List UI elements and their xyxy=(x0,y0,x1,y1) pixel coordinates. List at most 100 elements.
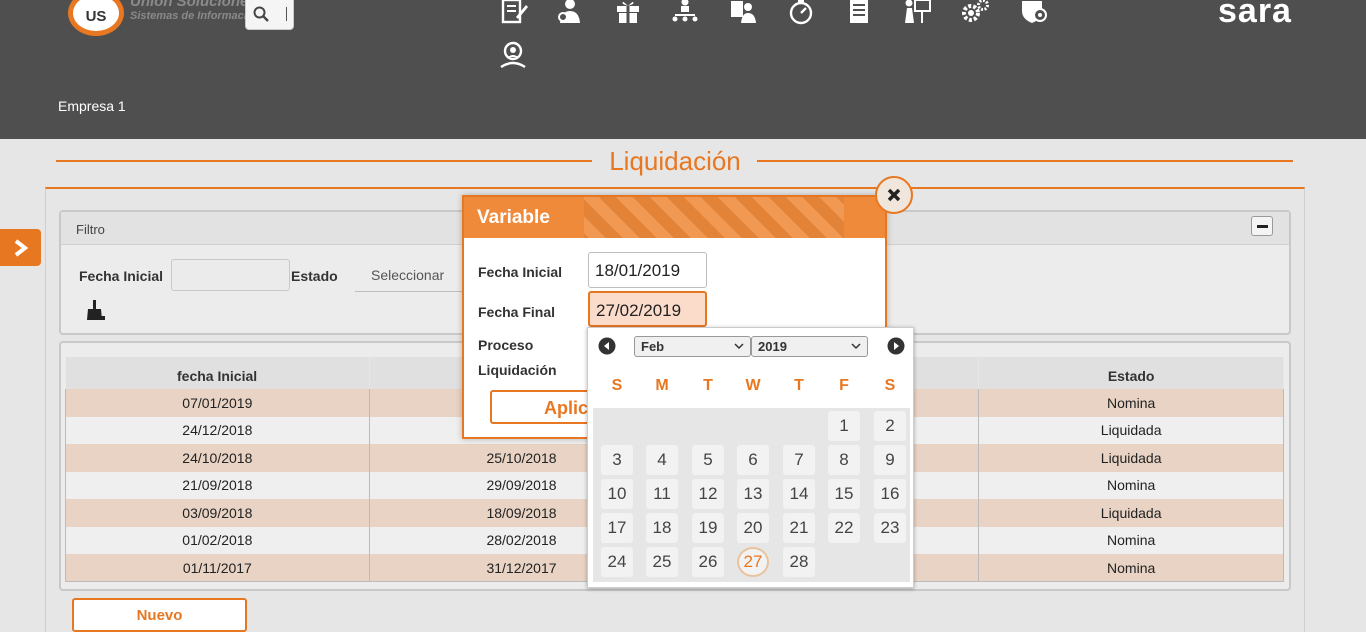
calendar-day[interactable]: 19 xyxy=(692,513,724,543)
calendar-day[interactable]: 13 xyxy=(737,479,769,509)
cell-estado: Nomina xyxy=(978,471,1284,499)
calendar-day[interactable]: 26 xyxy=(692,547,724,577)
calendar-day[interactable]: 20 xyxy=(737,513,769,543)
document-edit-icon[interactable] xyxy=(495,0,531,28)
calendar-day[interactable]: 8 xyxy=(828,445,860,475)
location-shield-icon[interactable] xyxy=(1015,0,1051,28)
calendar-day[interactable]: 17 xyxy=(601,513,633,543)
close-icon xyxy=(887,188,901,202)
dialog-header: Variable xyxy=(464,197,885,238)
calendar-day[interactable]: 14 xyxy=(783,479,815,509)
cell-fecha-inicial: 01/02/2018 xyxy=(65,526,370,554)
proceso-label: Proceso xyxy=(478,337,534,353)
logo-mark: US xyxy=(68,0,124,36)
calendar-day[interactable]: 9 xyxy=(874,445,906,475)
filter-title: Filtro xyxy=(76,222,105,237)
month-select[interactable]: Feb xyxy=(634,336,751,357)
logo-line-2: Sistemas de Información xyxy=(130,10,248,22)
top-header: US Union Soluciones Sistemas de Informac… xyxy=(0,0,1366,139)
dialog-fecha-final-input[interactable]: 27/02/2019 xyxy=(588,291,707,327)
estado-label: Estado xyxy=(291,268,338,284)
calendar-day-selected[interactable]: 27 xyxy=(737,547,769,577)
fecha-inicial-input[interactable] xyxy=(171,259,290,291)
cell-estado: Liquidada xyxy=(978,499,1284,527)
cell-estado: Liquidada xyxy=(978,444,1284,472)
calendar-day[interactable]: 7 xyxy=(783,445,815,475)
chevron-right-icon xyxy=(14,238,28,257)
user-document-icon[interactable] xyxy=(725,0,761,28)
user-process-icon[interactable] xyxy=(552,0,588,28)
column-header-fecha-inicial[interactable]: fecha Inicial xyxy=(65,357,370,389)
calendar-day[interactable]: 22 xyxy=(828,513,860,543)
weekday-header: T xyxy=(703,377,713,394)
collapse-button[interactable] xyxy=(1251,216,1273,236)
calendar-day[interactable]: 11 xyxy=(646,479,678,509)
calendar-day[interactable]: 3 xyxy=(601,445,633,475)
dialog-fecha-final-label: Fecha Final xyxy=(478,304,556,320)
column-header-estado[interactable]: Estado xyxy=(978,357,1284,389)
dialog-fecha-inicial-input[interactable]: 18/01/2019 xyxy=(588,252,707,288)
calendar-day[interactable]: 1 xyxy=(828,411,860,441)
chevron-down-icon xyxy=(734,343,744,350)
dialog-fecha-inicial-label: Fecha Inicial xyxy=(478,264,563,280)
calendar-day[interactable]: 21 xyxy=(783,513,815,543)
estado-select[interactable]: Seleccionar xyxy=(355,259,465,292)
next-month-button[interactable] xyxy=(887,337,905,355)
year-value: 2019 xyxy=(758,339,787,354)
weekday-header: S xyxy=(611,377,623,394)
sidebar-toggle-button[interactable] xyxy=(0,229,41,266)
weekday-header: T xyxy=(794,377,804,394)
calendar-day[interactable]: 25 xyxy=(646,547,678,577)
clear-filter-icon[interactable] xyxy=(85,299,107,321)
prev-month-button[interactable] xyxy=(598,337,616,355)
arrow-left-icon xyxy=(598,337,616,355)
calendar-day[interactable]: 12 xyxy=(692,479,724,509)
title-rule-left xyxy=(56,160,592,162)
cell-fecha-inicial: 03/09/2018 xyxy=(65,499,370,527)
company-name: Empresa 1 xyxy=(58,98,126,114)
cell-fecha-inicial: 24/12/2018 xyxy=(65,416,370,444)
cell-fecha-inicial: 24/10/2018 xyxy=(65,444,370,472)
gears-icon[interactable] xyxy=(957,0,993,28)
calendar-day[interactable]: 15 xyxy=(828,479,860,509)
arrow-right-icon xyxy=(887,337,905,355)
datepicker: Feb 2019 SMTWTFS 1 2 3 4 5 6 7 8 9 10 11 12 13 14 15 16… xyxy=(587,327,914,588)
chevron-down-icon xyxy=(851,343,861,350)
stopwatch-icon[interactable] xyxy=(783,0,819,28)
calendar-day[interactable]: 24 xyxy=(601,547,633,577)
calendar-day[interactable]: 2 xyxy=(874,411,906,441)
calendar-day[interactable]: 10 xyxy=(601,479,633,509)
gift-icon[interactable] xyxy=(610,0,646,28)
year-select[interactable]: 2019 xyxy=(751,336,868,357)
search-cursor xyxy=(286,7,287,21)
user-search-icon[interactable] xyxy=(495,38,531,72)
calendar-day[interactable]: 5 xyxy=(692,445,724,475)
cell-estado: Nomina xyxy=(978,389,1284,417)
calendar-day[interactable]: 18 xyxy=(646,513,678,543)
weekday-header: F xyxy=(839,377,849,394)
header-pattern xyxy=(584,197,844,238)
calendar-grid: 1 2 3 4 5 6 7 8 9 10 11 12 13 14 15 16 17 18 19 20 21 22 23 24 2… xyxy=(593,408,910,582)
calendar-day[interactable]: 6 xyxy=(737,445,769,475)
weekday-header: W xyxy=(745,377,761,394)
org-chart-icon[interactable] xyxy=(667,0,703,28)
presentation-icon[interactable] xyxy=(899,0,935,28)
search-box[interactable] xyxy=(245,0,294,30)
document-list-icon[interactable] xyxy=(841,0,877,28)
cell-estado: Nomina xyxy=(978,554,1284,582)
minus-icon xyxy=(1256,224,1268,228)
calendar-day[interactable]: 23 xyxy=(874,513,906,543)
cell-fecha-inicial: 21/09/2018 xyxy=(65,471,370,499)
logo-text: Union Soluciones Sistemas de Información xyxy=(130,0,248,24)
close-dialog-button[interactable] xyxy=(875,176,913,214)
search-icon[interactable] xyxy=(246,0,276,29)
fecha-inicial-label: Fecha Inicial xyxy=(79,268,164,284)
nuevo-button[interactable]: Nuevo xyxy=(72,598,247,632)
company-logo[interactable]: US Union Soluciones Sistemas de Informac… xyxy=(68,0,248,36)
liquidacion-label: Liquidación xyxy=(478,362,557,378)
calendar-day[interactable]: 4 xyxy=(646,445,678,475)
cell-estado: Nomina xyxy=(978,526,1284,554)
calendar-day[interactable]: 28 xyxy=(783,547,815,577)
cell-fecha-inicial: 07/01/2019 xyxy=(65,389,370,417)
calendar-day[interactable]: 16 xyxy=(874,479,906,509)
